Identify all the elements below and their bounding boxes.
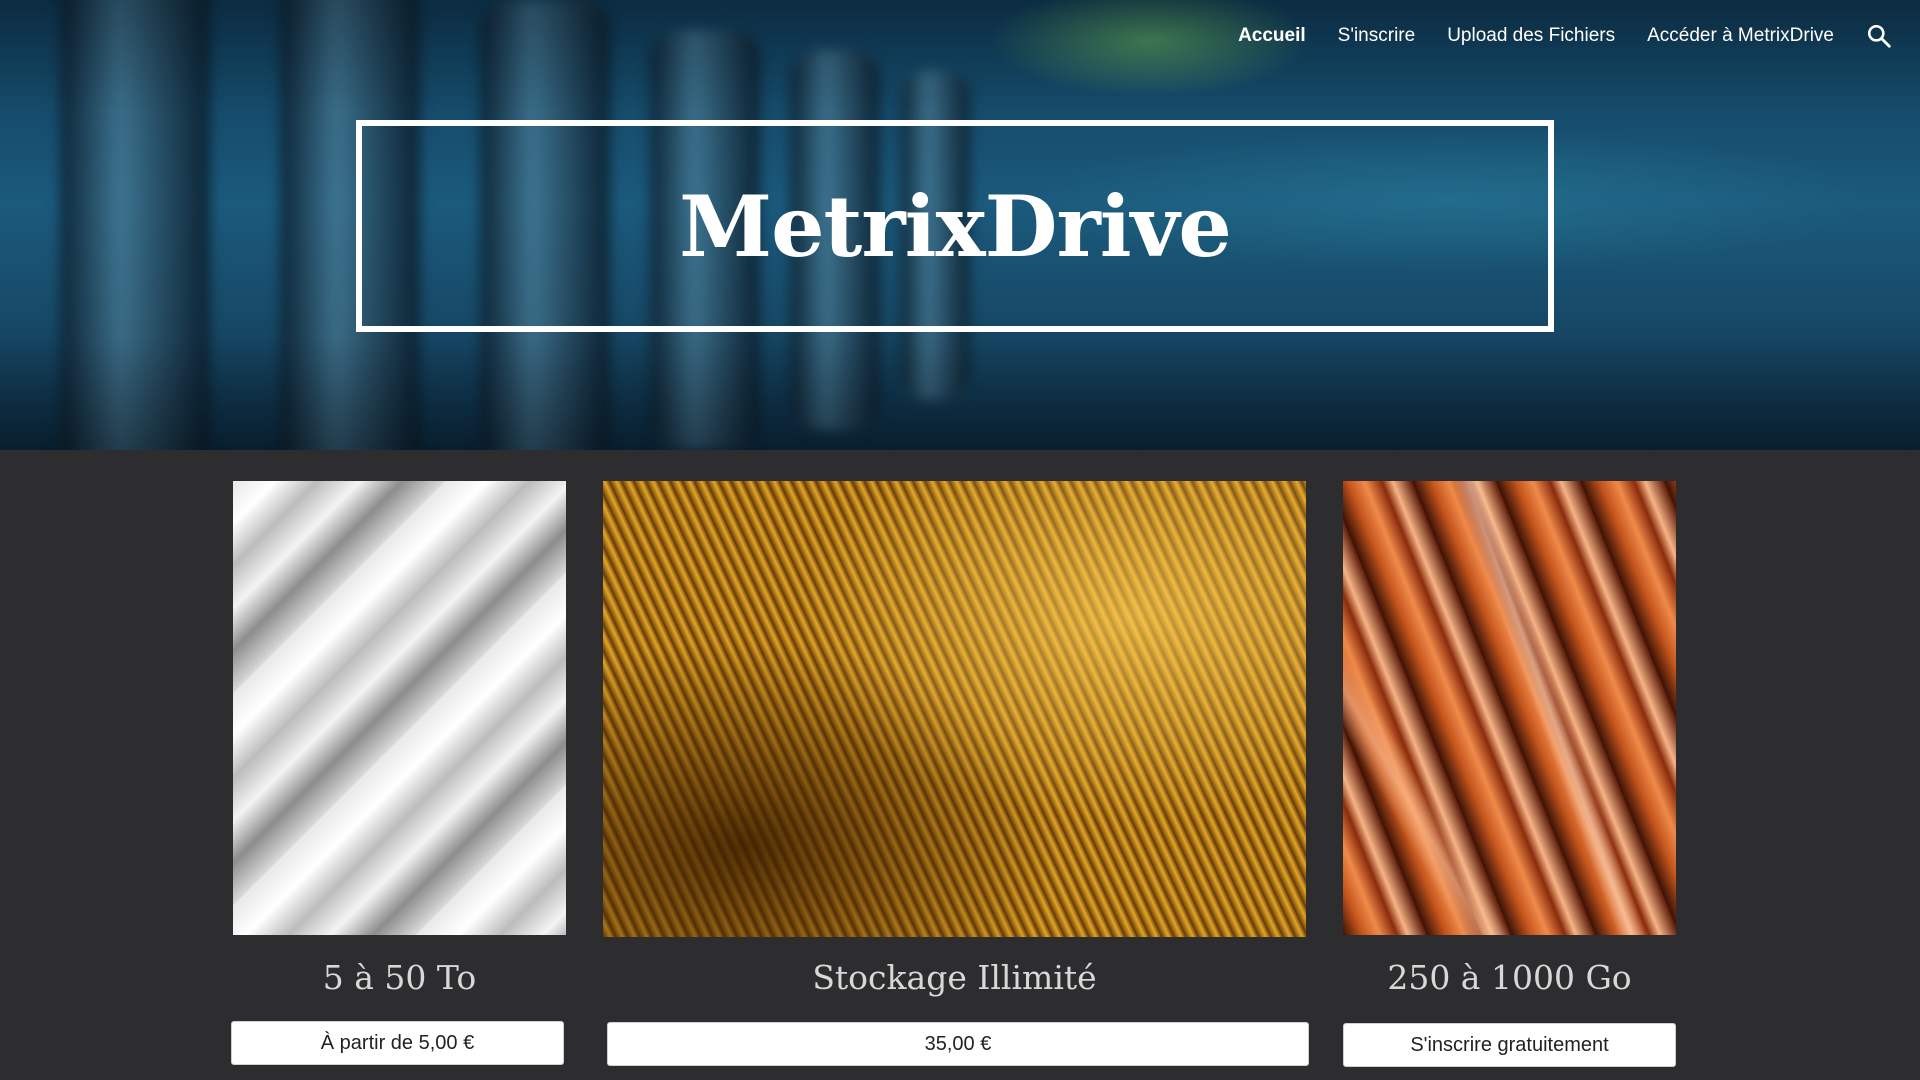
card-image-copper	[1343, 481, 1676, 935]
site-title-frame: MetrixDrive	[356, 120, 1554, 332]
signup-free-button[interactable]: S'inscrire gratuitement	[1343, 1023, 1676, 1067]
nav-item-upload[interactable]: Upload des Fichiers	[1447, 25, 1615, 47]
nav-item-sinscrire[interactable]: S'inscrire	[1338, 25, 1416, 47]
price-button-5-to-50-to[interactable]: À partir de 5,00 €	[231, 1021, 564, 1065]
nav-item-acceder[interactable]: Accéder à MetrixDrive	[1647, 25, 1834, 47]
hero-banner: Accueil S'inscrire Upload des Fichiers A…	[0, 0, 1920, 450]
card-title: Stockage Illimité	[812, 958, 1097, 997]
top-navigation: Accueil S'inscrire Upload des Fichiers A…	[1206, 18, 1920, 54]
site-title: MetrixDrive	[679, 176, 1232, 276]
nav-item-accueil[interactable]: Accueil	[1238, 25, 1306, 47]
card-title: 250 à 1000 Go	[1387, 958, 1632, 997]
card-image-gold	[603, 481, 1306, 937]
search-icon[interactable]	[1866, 23, 1892, 49]
price-button-unlimited[interactable]: 35,00 €	[607, 1022, 1309, 1066]
card-image-silver	[233, 481, 566, 935]
card-title: 5 à 50 To	[322, 958, 477, 997]
